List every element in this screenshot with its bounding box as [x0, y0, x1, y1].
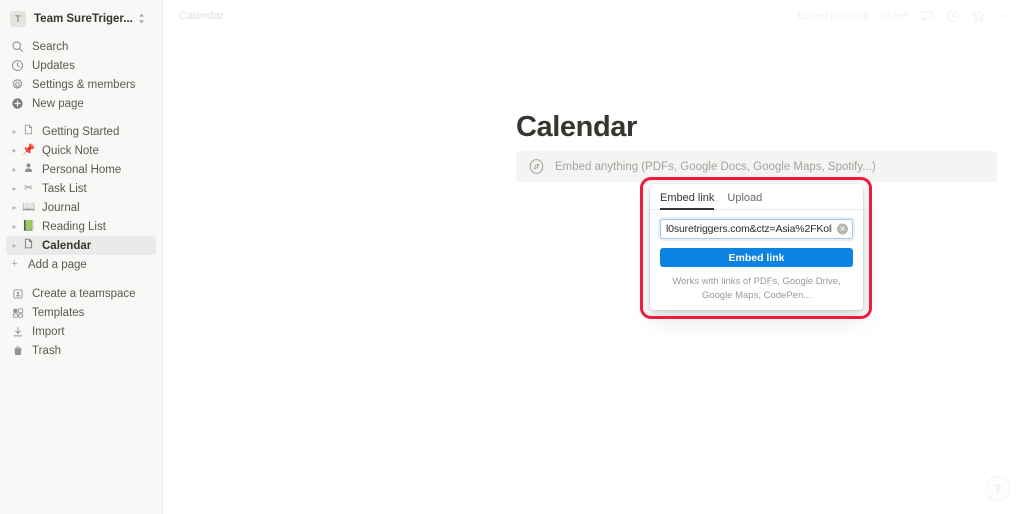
- sidebar-add-a-page[interactable]: + Add a page: [6, 255, 156, 274]
- popup-body: l0suretriggers.com&ctz=Asia%2FKolk ✕ Emb…: [650, 210, 863, 303]
- sidebar-item-trash[interactable]: Trash: [6, 341, 156, 360]
- sidebar-item-new-page[interactable]: New page: [6, 94, 156, 113]
- book-icon: 📖: [21, 201, 36, 213]
- sidebar-page-journal[interactable]: ▸ 📖 Journal: [6, 198, 156, 217]
- plus-icon: +: [11, 258, 18, 270]
- sidebar-item-label: Updates: [32, 59, 75, 72]
- top-bar: Calendar Edited just now Share: [163, 0, 1024, 31]
- gear-icon: [10, 77, 25, 92]
- embed-block[interactable]: Embed anything (PDFs, Google Docs, Googl…: [516, 151, 997, 182]
- main-area: Calendar Edited just now Share Calendar …: [163, 0, 1024, 514]
- sidebar-item-label: Settings & members: [32, 78, 136, 91]
- popup-tab-bar: Embed link Upload: [650, 184, 863, 210]
- share-button[interactable]: Share: [880, 10, 908, 22]
- chevron-updown-icon: [138, 13, 145, 26]
- workspace-switcher[interactable]: T Team SureTriger...: [6, 7, 156, 31]
- embed-url-value: l0suretriggers.com&ctz=Asia%2FKolk: [666, 223, 832, 235]
- sidebar-page-label: Calendar: [42, 239, 92, 252]
- teamspace-icon: [10, 286, 25, 301]
- tab-embed-link[interactable]: Embed link: [660, 192, 715, 210]
- chevron-right-icon[interactable]: ▸: [8, 127, 21, 136]
- clock-icon: [10, 58, 25, 73]
- sidebar-page-label: Getting Started: [42, 125, 120, 138]
- embed-popup-hint: Works with links of PDFs, Google Drive, …: [672, 276, 841, 301]
- breadcrumb[interactable]: Calendar: [179, 10, 224, 22]
- sidebar-page-getting-started[interactable]: ▸ Getting Started: [6, 122, 156, 141]
- sidebar-item-label: Create a teamspace: [32, 287, 136, 300]
- star-icon[interactable]: [971, 8, 986, 23]
- person-icon: [21, 162, 36, 178]
- sidebar-bottom-section: Create a teamspace Templates Import Tras…: [0, 284, 162, 360]
- templates-icon: [10, 305, 25, 320]
- sidebar-item-search[interactable]: Search: [6, 37, 156, 56]
- embed-block-placeholder: Embed anything (PDFs, Google Docs, Googl…: [555, 160, 876, 173]
- sidebar-item-updates[interactable]: Updates: [6, 56, 156, 75]
- compass-icon: [528, 158, 545, 175]
- chevron-right-icon[interactable]: ▸: [8, 203, 21, 212]
- scissors-icon: ✂: [24, 182, 33, 194]
- notebook-icon: 📗: [21, 220, 36, 232]
- sidebar-page-label: Task List: [42, 182, 87, 195]
- sidebar-item-label: Import: [32, 325, 65, 338]
- chevron-right-icon[interactable]: ▸: [8, 222, 21, 231]
- sidebar-item-templates[interactable]: Templates: [6, 303, 156, 322]
- embed-link-submit-button[interactable]: Embed link: [660, 248, 853, 267]
- import-icon: [10, 324, 25, 339]
- sidebar-page-reading-list[interactable]: ▸ 📗 Reading List: [6, 217, 156, 236]
- chevron-right-icon[interactable]: ▸: [8, 241, 21, 250]
- chevron-right-icon[interactable]: ▸: [8, 165, 21, 174]
- workspace-avatar: T: [10, 11, 26, 27]
- document-icon: [21, 238, 36, 254]
- sidebar-add-page-label: Add a page: [28, 258, 87, 271]
- notion-app-window: T Team SureTriger... Search Updates Sett…: [0, 0, 1024, 514]
- search-icon: [10, 39, 25, 54]
- embed-url-input[interactable]: l0suretriggers.com&ctz=Asia%2FKolk ✕: [660, 219, 853, 239]
- sidebar-page-task-list[interactable]: ▸ ✂ Task List: [6, 179, 156, 198]
- page-content: Calendar Embed anything (PDFs, Google Do…: [163, 111, 1024, 319]
- tab-upload[interactable]: Upload: [727, 192, 762, 209]
- sidebar: T Team SureTriger... Search Updates Sett…: [0, 0, 163, 514]
- trash-icon: [10, 343, 25, 358]
- page-tree: ▸ Getting Started ▸ 📌 Quick Note ▸ Perso…: [0, 122, 162, 274]
- sidebar-item-label: Templates: [32, 306, 85, 319]
- clock-icon[interactable]: [945, 8, 960, 23]
- sidebar-page-label: Personal Home: [42, 163, 122, 176]
- sidebar-item-create-teamspace[interactable]: Create a teamspace: [6, 284, 156, 303]
- chevron-right-icon[interactable]: ▸: [8, 184, 21, 193]
- chevron-right-icon[interactable]: ▸: [8, 146, 21, 155]
- sidebar-page-quick-note[interactable]: ▸ 📌 Quick Note: [6, 141, 156, 160]
- sidebar-item-label: Trash: [32, 344, 61, 357]
- clear-input-icon[interactable]: ✕: [837, 223, 848, 235]
- sidebar-page-label: Journal: [42, 201, 80, 214]
- sidebar-item-import[interactable]: Import: [6, 322, 156, 341]
- more-icon[interactable]: [997, 8, 1012, 23]
- sidebar-page-label: Quick Note: [42, 144, 99, 157]
- workspace-name: Team SureTriger...: [34, 13, 133, 25]
- pin-icon: 📌: [21, 144, 36, 156]
- page-title[interactable]: Calendar: [516, 111, 1024, 144]
- sidebar-item-settings-members[interactable]: Settings & members: [6, 75, 156, 94]
- document-icon: [21, 124, 36, 140]
- sidebar-page-label: Reading List: [42, 220, 106, 233]
- sidebar-page-personal-home[interactable]: ▸ Personal Home: [6, 160, 156, 179]
- sidebar-item-label: New page: [32, 97, 84, 110]
- comment-icon[interactable]: [919, 8, 934, 23]
- topbar-actions: Edited just now Share: [798, 8, 1012, 23]
- embed-link-popup: Embed link Upload l0suretriggers.com&ctz…: [650, 184, 863, 310]
- sidebar-item-label: Search: [32, 40, 69, 53]
- edited-status: Edited just now: [797, 9, 869, 22]
- plus-circle-icon: [10, 96, 25, 111]
- help-button[interactable]: ?: [985, 476, 1010, 501]
- sidebar-page-calendar[interactable]: ▸ Calendar: [6, 236, 156, 255]
